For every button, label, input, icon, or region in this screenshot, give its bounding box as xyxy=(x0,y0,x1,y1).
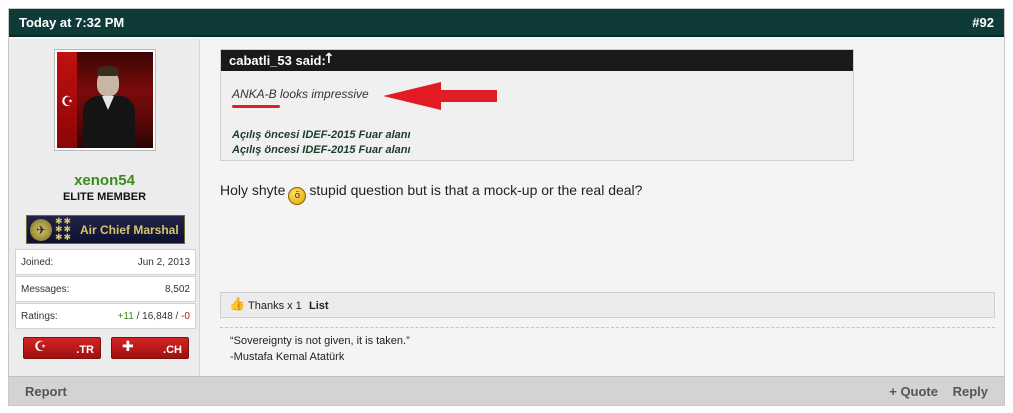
thanks-bar: 👍 Thanks x 1 List xyxy=(220,292,995,318)
stat-label: Messages: xyxy=(21,284,70,295)
stat-label: Joined: xyxy=(21,257,54,268)
reply-button[interactable]: Reply xyxy=(953,384,988,399)
post-header: Today at 7:32 PM #92 xyxy=(9,9,1004,37)
forum-post: Today at 7:32 PM #92 ☪ xenon54 ELITE MEM… xyxy=(8,8,1005,406)
username[interactable]: xenon54 xyxy=(9,172,200,189)
shocked-smiley-icon: ö xyxy=(288,187,307,205)
thanks-count: Thanks x 1 xyxy=(248,300,302,312)
annotation-underline xyxy=(232,105,280,108)
rating-total: / 16,848 / xyxy=(133,311,182,322)
stat-label: Ratings: xyxy=(21,311,58,322)
rank-badge: ✈ ✱✱ ✱✱ ✱✱ Air Chief Marshal xyxy=(26,215,185,244)
post-date: Today at 7:32 PM xyxy=(19,15,125,30)
rank-label: Air Chief Marshal xyxy=(80,223,179,237)
annotation-arrow-head xyxy=(383,82,441,110)
rating-negative: -0 xyxy=(181,311,190,322)
avatar-image: ☪ xyxy=(57,52,153,148)
stat-messages: Messages: 8,502 xyxy=(15,276,196,302)
user-title: ELITE MEMBER xyxy=(62,191,147,203)
quote-button[interactable]: + Quote xyxy=(889,384,938,399)
signature: “Sovereignty is not given, it is taken.”… xyxy=(220,327,995,363)
quote-author: cabatli_53 said: xyxy=(229,53,326,68)
stat-value: Jun 2, 2013 xyxy=(137,257,190,268)
post-content: cabatli_53 said: ↑ ANKA-B looks impressi… xyxy=(201,39,1004,376)
report-button[interactable]: Report xyxy=(25,384,67,399)
message-text: Holy shyte ö stupid question but is that a… xyxy=(220,182,642,205)
message-part: stupid question but is that a mock-up or… xyxy=(309,182,643,198)
avatar[interactable]: ☪ xyxy=(54,49,156,151)
thumbs-up-icon[interactable]: 👍 xyxy=(229,298,245,312)
flag-badge-tr[interactable]: ☪ .TR xyxy=(23,337,101,359)
country-flags: ☪ .TR ✚ .CH xyxy=(23,337,193,359)
flag-badge-ch[interactable]: ✚ .CH xyxy=(111,337,189,359)
quote-line: Açılış öncesi IDEF-2015 Fuar alanı xyxy=(232,144,411,156)
person-hair xyxy=(97,66,119,76)
signature-line: -Mustafa Kemal Atatürk xyxy=(230,351,345,363)
quote-line: Açılış öncesi IDEF-2015 Fuar alanı xyxy=(232,129,411,141)
annotation-arrow-shaft xyxy=(439,90,497,102)
turkey-flag-icon: ☪ xyxy=(34,339,47,355)
thanks-list-link[interactable]: List xyxy=(309,300,329,312)
flag-code: .TR xyxy=(76,344,94,356)
stat-value: +11 / 16,848 / -0 xyxy=(118,311,190,322)
rank-stars-icon: ✱✱ ✱✱ ✱✱ xyxy=(55,217,73,243)
stat-value[interactable]: 8,502 xyxy=(165,284,190,295)
quote-text: ANKA-B looks impressive xyxy=(232,87,369,101)
rating-positive: +11 xyxy=(117,311,134,322)
quote-header: cabatli_53 said: ↑ xyxy=(221,50,853,71)
quote-block: cabatli_53 said: ↑ ANKA-B looks impressi… xyxy=(220,49,854,161)
user-info-panel: ☪ xenon54 ELITE MEMBER ✈ ✱✱ ✱✱ ✱✱ Air Chie… xyxy=(9,39,200,376)
stat-ratings: Ratings: +11 / 16,848 / -0 xyxy=(15,303,196,329)
flag-code: .CH xyxy=(163,344,182,356)
stat-joined: Joined: Jun 2, 2013 xyxy=(15,249,196,275)
post-footer: Report + Quote Reply xyxy=(9,376,1004,405)
jump-to-quote-icon[interactable]: ↑ xyxy=(323,51,335,67)
rank-emblem-icon: ✈ xyxy=(30,219,52,241)
message-part: Holy shyte xyxy=(220,182,286,198)
swiss-flag-icon: ✚ xyxy=(122,339,134,355)
user-stats: Joined: Jun 2, 2013 Messages: 8,502 Rati… xyxy=(15,249,196,330)
crescent-icon: ☪ xyxy=(61,94,74,110)
signature-line: “Sovereignty is not given, it is taken.” xyxy=(230,335,410,347)
post-permalink[interactable]: #92 xyxy=(972,15,994,30)
